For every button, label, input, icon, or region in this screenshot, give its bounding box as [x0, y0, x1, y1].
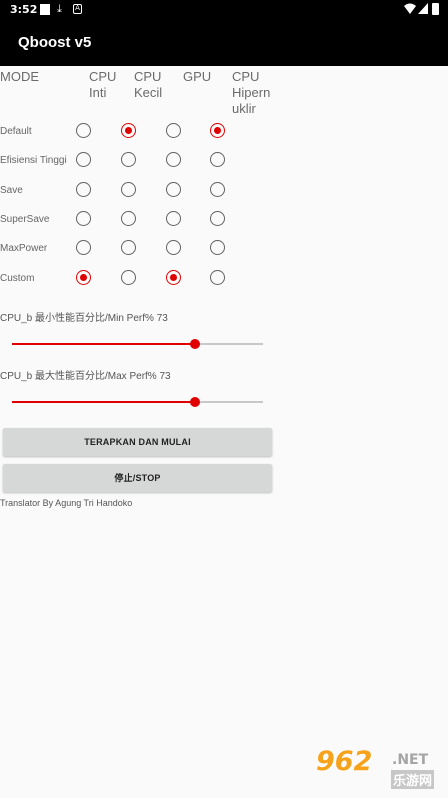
min-perf-caption: CPU_b 最小性能百分比/Min Perf% 73	[0, 313, 168, 324]
radio-custom-cpu-kecil[interactable]	[121, 270, 136, 285]
radio-save-cpu-hipernuklir[interactable]	[210, 182, 225, 197]
a-icon: A	[73, 4, 82, 14]
watermark-cn: 乐游网	[391, 770, 435, 789]
status-bar: 3:52 ⤓ A	[0, 0, 448, 20]
radio-custom-cpu-inti[interactable]	[76, 270, 91, 285]
radio-custom-cpu-hipernuklir[interactable]	[210, 270, 225, 285]
radio-maxpower-cpu-hipernuklir[interactable]	[210, 240, 225, 255]
radio-efisiensi-cpu-inti[interactable]	[76, 152, 91, 167]
radio-save-cpu-kecil[interactable]	[121, 182, 136, 197]
watermark-logo: 962 .NET 乐游网	[308, 746, 442, 792]
radio-save-cpu-inti[interactable]	[76, 182, 91, 197]
stop-button[interactable]: 停止/STOP	[3, 464, 272, 492]
battery-icon	[432, 3, 439, 15]
app-title: Qboost v5	[18, 34, 92, 51]
status-time: 3:52	[10, 3, 38, 16]
slider-fill	[12, 343, 196, 345]
app-bar: Qboost v5	[0, 20, 448, 66]
watermark-number: 962	[316, 746, 373, 777]
radio-efisiensi-gpu[interactable]	[166, 152, 181, 167]
radio-supersave-cpu-kecil[interactable]	[121, 211, 136, 226]
row-label: Default	[0, 126, 32, 137]
header-cpu-inti: CPU Inti	[89, 69, 117, 100]
watermark-suffix: .NET	[392, 752, 429, 768]
row-label: Save	[0, 185, 23, 196]
radio-supersave-cpu-hipernuklir[interactable]	[210, 211, 225, 226]
radio-efisiensi-cpu-hipernuklir[interactable]	[210, 152, 225, 167]
signal-icon	[418, 3, 428, 14]
header-gpu: GPU	[183, 69, 212, 84]
square-icon	[40, 4, 50, 15]
min-perf-slider[interactable]	[12, 339, 263, 349]
radio-supersave-gpu[interactable]	[166, 211, 181, 226]
header-cpu-kecil: CPU Kecil	[134, 69, 163, 100]
radio-efisiensi-cpu-kecil[interactable]	[121, 152, 136, 167]
wifi-icon	[404, 3, 416, 14]
apply-start-button[interactable]: TERAPKAN DAN MULAI	[3, 428, 272, 456]
row-label: MaxPower	[0, 243, 48, 254]
row-label: Efisiensi Tinggi	[0, 155, 67, 166]
slider-fill	[12, 401, 196, 403]
radio-save-gpu[interactable]	[166, 182, 181, 197]
translator-credit: Translator By Agung Tri Handoko	[0, 498, 133, 508]
slider-thumb[interactable]	[190, 397, 201, 407]
slider-thumb[interactable]	[190, 339, 201, 349]
radio-default-cpu-inti[interactable]	[76, 123, 91, 138]
header-cpu-hipernuklir: CPU Hipern uklir	[232, 69, 271, 116]
download-icon: ⤓	[57, 2, 62, 15]
radio-default-gpu[interactable]	[166, 123, 181, 138]
radio-supersave-cpu-inti[interactable]	[76, 211, 91, 226]
radio-custom-gpu[interactable]	[166, 270, 181, 285]
radio-maxpower-gpu[interactable]	[166, 240, 181, 255]
radio-default-cpu-hipernuklir[interactable]	[210, 123, 225, 138]
radio-maxpower-cpu-inti[interactable]	[76, 240, 91, 255]
row-label: SuperSave	[0, 214, 50, 225]
max-perf-slider[interactable]	[12, 397, 263, 407]
row-label: Custom	[0, 273, 35, 284]
radio-default-cpu-kecil[interactable]	[121, 123, 136, 138]
header-mode: MODE	[0, 69, 39, 84]
radio-maxpower-cpu-kecil[interactable]	[121, 240, 136, 255]
max-perf-caption: CPU_b 最大性能百分比/Max Perf% 73	[0, 371, 171, 382]
